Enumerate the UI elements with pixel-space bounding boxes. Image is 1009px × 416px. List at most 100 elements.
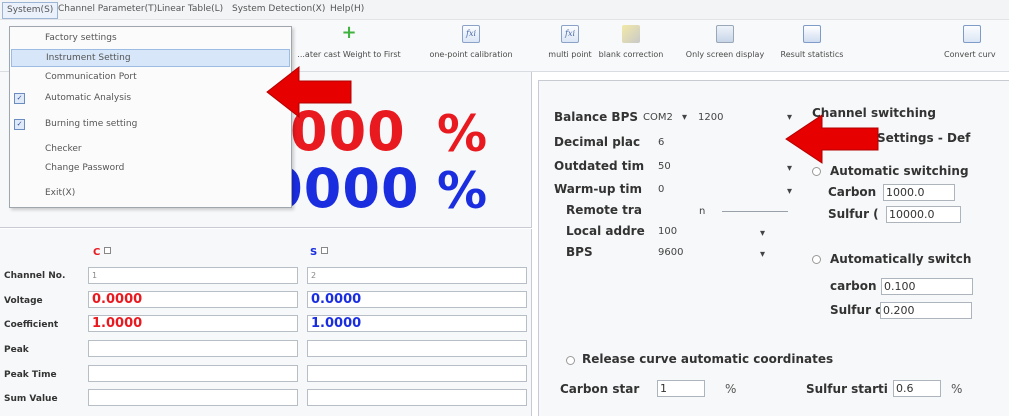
weight-to-first-button[interactable]: + ...ater cast Weight to First [293,24,405,69]
only-screen-display-button[interactable]: Only screen display [680,25,770,69]
sulfur-start-unit: % [951,382,963,396]
remote-transmission-value[interactable]: n [699,206,705,217]
outdated-time-select[interactable]: 50 [658,161,671,172]
sulfur-sum-value-field[interactable] [307,389,527,406]
menu-item-instrument-setting[interactable]: Instrument Setting [11,49,290,67]
blank-correction-label: blank correction [598,50,664,59]
only-screen-display-label: Only screen display [685,50,765,59]
carbon-channel-no-field[interactable]: 1 [88,267,298,284]
column-carbon-header: C [93,247,112,258]
menu-help[interactable]: Help(H) [330,4,364,14]
correction-icon [622,25,640,43]
decimal-places-select[interactable]: 6 [658,137,664,148]
sulfur-peak-time-field[interactable] [307,365,527,382]
release-curve-radio[interactable] [566,356,575,365]
menu-bar: System(S) Channel Parameter(T) Linear Ta… [0,0,1009,20]
convert-icon [962,25,981,43]
balance-port-dropdown-icon[interactable]: ▾ [682,112,687,123]
row-label-sum-value: Sum Value [4,394,58,404]
annotation-arrow-left [266,65,352,119]
menu-system[interactable]: System(S) [2,2,59,19]
statistics-icon [803,25,821,43]
row-label-channel-no: Channel No. [4,271,66,281]
one-point-calibration-label: one-point calibration [429,50,513,59]
menu-item-checker[interactable]: Checker [11,141,290,159]
warm-up-time-select[interactable]: 0 [658,184,664,195]
local-address-dropdown-icon[interactable]: ▾ [760,228,765,239]
sulfur-channel-no-field[interactable]: 2 [307,267,527,284]
carbon-enable-checkbox[interactable] [104,247,112,254]
blank-correction-button[interactable]: blank correction [597,25,665,69]
remote-transmission-divider [722,211,788,212]
carbon-peak-field[interactable] [88,340,298,357]
result-statistics-label: Result statistics [780,50,844,59]
checkmark-icon: ✓ [14,119,25,130]
weight-to-first-label: ...ater cast Weight to First [297,50,401,59]
carbon-peak-time-field[interactable] [88,365,298,382]
sulfur-result-unit: % [437,162,488,220]
calibration-icon: fxi [561,25,579,43]
sulfur-switch-input[interactable]: 0.200 [880,302,972,319]
sulfur-threshold-label: Sulfur ( [828,207,879,221]
carbon-result-unit: % [437,105,488,163]
menu-item-instrument-setting-label: Instrument Setting [46,53,131,63]
menu-item-communication-port[interactable]: Communication Port [11,69,290,87]
convert-curve-button[interactable]: Convert curv [934,25,1009,69]
multi-point-label: multi point [548,50,592,59]
menu-linear-table[interactable]: Linear Table(L) [157,4,223,14]
menu-item-burning-time-setting-label: Burning time setting [45,119,138,129]
menu-item-factory-settings[interactable]: Factory settings [11,30,290,48]
carbon-start-unit: % [725,382,737,396]
menu-item-automatic-analysis[interactable]: ✓ Automatic Analysis [11,90,290,108]
sulfur-enable-checkbox[interactable] [321,247,329,254]
automatically-switch-radio[interactable] [812,255,821,264]
warm-up-time-dropdown-icon[interactable]: ▾ [787,186,792,197]
local-address-label: Local addre [566,224,645,238]
multi-point-button[interactable]: fxi multi point [547,25,593,69]
carbon-threshold-label: Carbon [828,185,877,199]
local-address-select[interactable]: 100 [658,226,677,237]
automatic-switching-radio[interactable] [812,167,821,176]
menu-item-checker-label: Checker [45,144,82,154]
carbon-switch-input[interactable]: 0.100 [881,278,973,295]
carbon-sum-value-field[interactable] [88,389,298,406]
one-point-calibration-button[interactable]: fxi one-point calibration [425,25,517,69]
carbon-coefficient-field[interactable]: 1.0000 [88,315,298,332]
carbon-threshold-input[interactable]: 1000.0 [883,184,955,201]
sulfur-start-label: Sulfur starti [806,382,888,396]
sulfur-peak-field[interactable] [307,340,527,357]
carbon-start-input[interactable]: 1 [657,380,705,397]
sulfur-threshold-input[interactable]: 10000.0 [886,206,961,223]
menu-item-burning-time-setting[interactable]: ✓ Burning time setting [11,116,290,134]
automatically-switch-label: Automatically switch [830,252,972,266]
checkmark-icon: ✓ [14,93,25,104]
sulfur-start-input[interactable]: 0.6 [893,380,941,397]
bps-dropdown-icon[interactable]: ▾ [760,249,765,260]
menu-item-exit[interactable]: Exit(X) [11,185,290,203]
menu-item-change-password[interactable]: Change Password [11,160,290,178]
menu-item-factory-settings-label: Factory settings [45,33,117,43]
result-statistics-button[interactable]: Result statistics [774,25,850,69]
sulfur-coefficient-field[interactable]: 1.0000 [307,315,527,332]
row-label-peak: Peak [4,345,29,355]
balance-port-select[interactable]: COM2 [643,112,673,123]
remote-transmission-label: Remote tra [566,203,642,217]
column-sulfur-label: S [310,247,318,258]
menu-item-automatic-analysis-label: Automatic Analysis [45,93,132,103]
sulfur-voltage-field[interactable]: 0.0000 [307,291,527,308]
bps-select[interactable]: 9600 [658,247,683,258]
carbon-voltage-field[interactable]: 0.0000 [88,291,298,308]
menu-item-exit-label: Exit(X) [45,188,76,198]
calibration-icon: fxi [462,25,480,43]
sulfur-switch-label: Sulfur c [830,303,883,317]
menu-channel-parameter[interactable]: Channel Parameter(T) [58,4,157,14]
release-curve-label: Release curve automatic coordinates [582,352,834,366]
display-icon [716,25,734,43]
settings-default-label: Settings - Def [877,131,971,145]
automatic-switching-label: Automatic switching [830,164,969,178]
balance-bps-select[interactable]: 1200 [698,112,723,123]
menu-item-change-password-label: Change Password [45,163,125,173]
row-label-voltage: Voltage [4,296,43,306]
carbon-switch-label: carbon [830,279,877,293]
menu-system-detection[interactable]: System Detection(X) [232,4,325,14]
